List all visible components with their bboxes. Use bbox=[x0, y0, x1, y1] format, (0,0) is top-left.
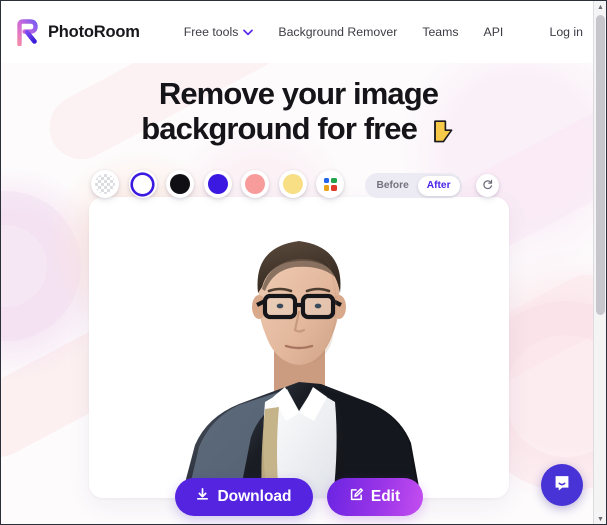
chevron-down-icon bbox=[243, 29, 254, 36]
reset-refresh-icon bbox=[482, 177, 493, 195]
swatch-color bbox=[207, 174, 228, 194]
nav-item-free-tools[interactable]: Free tools bbox=[184, 25, 254, 39]
subject-photo bbox=[89, 197, 509, 498]
swatch-color-picker[interactable] bbox=[316, 170, 344, 198]
background-color-swatches bbox=[91, 170, 344, 198]
chat-bubble-smile-icon bbox=[551, 472, 573, 499]
reset-button[interactable] bbox=[476, 174, 499, 197]
page-root: PhotoRoom Free tools Background Remover … bbox=[0, 0, 607, 525]
before-after-toggle: Before After bbox=[365, 173, 463, 198]
nav-item-label: Teams bbox=[422, 25, 459, 39]
site-header: PhotoRoom Free tools Background Remover … bbox=[1, 1, 606, 63]
download-label: Download bbox=[217, 488, 292, 505]
nav-item-background-remover[interactable]: Background Remover bbox=[278, 25, 397, 39]
scrollbar-thumb[interactable] bbox=[596, 15, 605, 315]
edit-button[interactable]: Edit bbox=[326, 478, 423, 516]
swatch-blue-violet[interactable] bbox=[203, 170, 232, 198]
swatch-white[interactable] bbox=[128, 170, 157, 198]
brand-logo[interactable]: PhotoRoom bbox=[14, 18, 140, 46]
nav-item-label: Background Remover bbox=[278, 25, 398, 39]
swatch-color bbox=[133, 174, 152, 194]
page-title: Remove your image background for free bbox=[1, 76, 596, 153]
download-button[interactable]: Download bbox=[174, 478, 313, 516]
bg-ring bbox=[1, 191, 81, 341]
swatch-salmon-pink[interactable] bbox=[241, 170, 269, 198]
headline-line-2: background for free bbox=[141, 110, 418, 146]
download-icon bbox=[195, 487, 210, 507]
headline-line-1: Remove your image bbox=[158, 76, 439, 111]
scroll-down-arrow-icon[interactable]: ▼ bbox=[594, 513, 606, 524]
swatch-black[interactable] bbox=[166, 170, 194, 198]
edit-pencil-square-icon bbox=[349, 487, 364, 507]
swatch-light-yellow[interactable] bbox=[278, 170, 307, 198]
toggle-option-before[interactable]: Before bbox=[368, 176, 418, 196]
pointing-down-hand-icon bbox=[431, 118, 456, 153]
edit-label: Edit bbox=[370, 488, 401, 505]
chat-launcher-button[interactable] bbox=[541, 464, 583, 506]
nav-item-api[interactable]: API bbox=[484, 25, 504, 39]
action-buttons: Download Edit bbox=[1, 478, 596, 516]
scroll-up-arrow-icon[interactable]: ▲ bbox=[594, 1, 606, 14]
brand-name: PhotoRoom bbox=[48, 22, 140, 41]
swatch-color bbox=[170, 174, 190, 194]
photoroom-r-logo-icon bbox=[14, 18, 40, 46]
login-link[interactable]: Log in bbox=[549, 25, 583, 39]
main-nav: Free tools Background Remover Teams API bbox=[184, 25, 504, 39]
browser-scrollbar[interactable]: ▲ ▼ bbox=[593, 1, 606, 524]
checkerboard-icon bbox=[95, 174, 115, 194]
swatch-transparent[interactable] bbox=[91, 170, 119, 198]
swatch-color bbox=[245, 174, 265, 194]
swatch-color bbox=[282, 174, 303, 194]
editor-preview-card[interactable] bbox=[89, 197, 509, 498]
toggle-option-after[interactable]: After bbox=[417, 175, 460, 196]
nav-item-teams[interactable]: Teams bbox=[422, 25, 458, 39]
color-picker-icon bbox=[323, 177, 337, 191]
nav-item-label: Free tools bbox=[183, 25, 239, 39]
nav-item-label: API bbox=[483, 25, 504, 39]
